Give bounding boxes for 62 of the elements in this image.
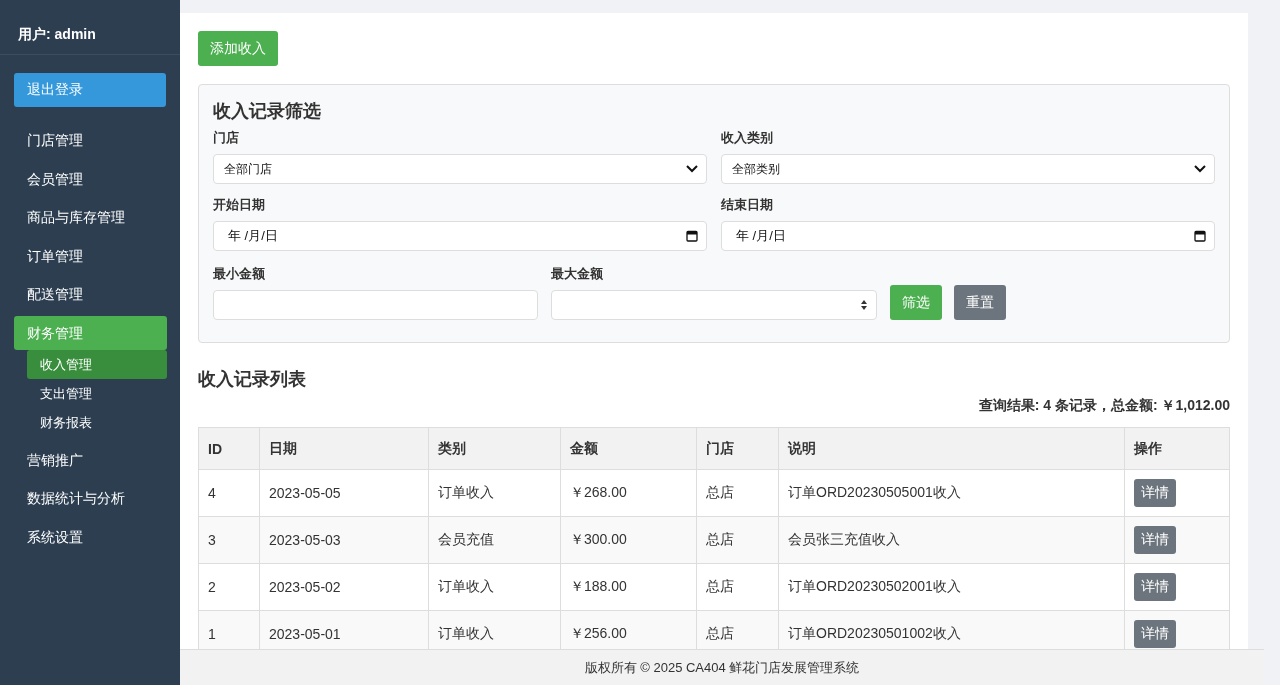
min-amount-input[interactable] xyxy=(213,290,538,320)
sidebar-item[interactable]: 门店管理 xyxy=(14,123,167,157)
calendar-icon xyxy=(1194,230,1206,242)
table-cell: 2 xyxy=(198,563,260,611)
table-cell: 订单收入 xyxy=(428,563,561,611)
sidebar-item[interactable]: 订单管理 xyxy=(14,238,167,273)
field-label: 收入类别 xyxy=(721,129,774,147)
max-amount-input[interactable] xyxy=(551,290,877,320)
field-label: 开始日期 xyxy=(213,196,266,214)
details-button[interactable]: 详情 xyxy=(1134,526,1176,554)
filter-title: 收入记录筛选 xyxy=(213,100,322,123)
table-cell: 总店 xyxy=(696,516,779,564)
spinner-icon xyxy=(860,299,868,311)
table-cell: 订单ORD20230502001收入 xyxy=(778,563,1125,611)
table-cell: ￥300.00 xyxy=(560,516,697,564)
column-header: 门店 xyxy=(696,427,779,470)
field-label: 最大金额 xyxy=(551,265,604,283)
table-cell: 4 xyxy=(198,469,260,517)
details-button[interactable]: 详情 xyxy=(1134,620,1176,648)
chevron-down-icon xyxy=(686,165,698,173)
sidebar-subitem[interactable]: 支出管理 xyxy=(27,378,167,408)
field-label: 最小金额 xyxy=(213,265,266,283)
table-cell: 订单收入 xyxy=(428,469,561,517)
table-cell: 2023-05-05 xyxy=(259,469,429,517)
column-header: ID xyxy=(198,427,260,470)
sidebar-item[interactable]: 商品与库存管理 xyxy=(14,200,167,234)
sidebar-item[interactable]: 数据统计与分析 xyxy=(14,481,167,515)
table-cell: 总店 xyxy=(696,469,779,517)
column-header: 说明 xyxy=(778,427,1125,470)
sidebar-item[interactable]: 配送管理 xyxy=(14,277,167,311)
list-title: 收入记录列表 xyxy=(198,368,307,391)
table-cell: 会员充值 xyxy=(428,516,561,564)
table-cell: 会员张三充值收入 xyxy=(778,516,1125,564)
sidebar-item[interactable]: 会员管理 xyxy=(14,161,167,196)
result-summary: 查询结果: 4 条记录，总金额: ￥1,012.00 xyxy=(977,397,1230,415)
table-cell: 3 xyxy=(198,516,260,564)
calendar-icon xyxy=(686,230,698,242)
table-cell: ￥188.00 xyxy=(560,563,697,611)
column-header: 类别 xyxy=(428,427,561,470)
sidebar-subitem[interactable]: 收入管理 xyxy=(27,349,167,379)
store-select[interactable]: 全部门店 xyxy=(213,154,707,184)
field-label: 门店 xyxy=(213,129,240,147)
field-label: 结束日期 xyxy=(721,196,774,214)
chevron-down-icon xyxy=(1194,165,1206,173)
table-cell: 2023-05-03 xyxy=(259,516,429,564)
table-cell: 订单ORD20230505001收入 xyxy=(778,469,1125,517)
details-button[interactable]: 详情 xyxy=(1134,573,1176,601)
column-header: 日期 xyxy=(259,427,429,470)
reset-button[interactable]: 重置 xyxy=(954,285,1006,320)
table-cell: 总店 xyxy=(696,563,779,611)
sidebar-subitem[interactable]: 财务报表 xyxy=(27,407,167,437)
table-cell: ￥268.00 xyxy=(560,469,697,517)
column-header: 金额 xyxy=(560,427,697,470)
copyright-text: 版权所有 © 2025 CA404 鲜花门店发展管理系统 xyxy=(584,658,860,677)
details-button[interactable]: 详情 xyxy=(1134,479,1176,507)
column-header: 操作 xyxy=(1124,427,1230,470)
category-select[interactable]: 全部类别 xyxy=(721,154,1215,184)
sidebar-item[interactable]: 营销推广 xyxy=(14,442,167,477)
end-date-field[interactable]: 年 /月/日 xyxy=(721,221,1215,251)
table-cell: 2023-05-02 xyxy=(259,563,429,611)
start-date-field[interactable]: 年 /月/日 xyxy=(213,221,707,251)
sidebar-item[interactable]: 系统设置 xyxy=(14,519,167,554)
